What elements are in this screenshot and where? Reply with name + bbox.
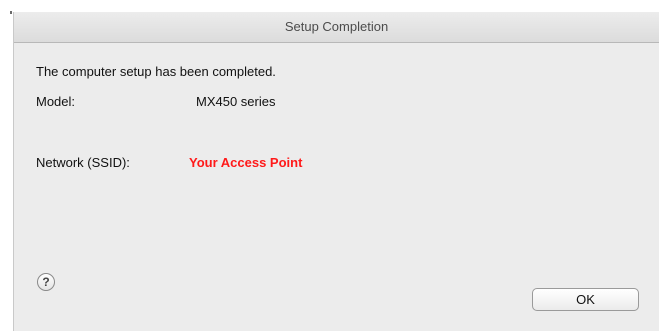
- completion-message: The computer setup has been completed.: [36, 64, 276, 79]
- ok-button[interactable]: OK: [532, 288, 639, 311]
- help-button[interactable]: ?: [37, 273, 55, 291]
- model-value: MX450 series: [196, 94, 276, 109]
- network-value: Your Access Point: [189, 155, 303, 170]
- window-title: Setup Completion: [14, 12, 659, 43]
- network-label: Network (SSID):: [36, 155, 130, 170]
- setup-completion-dialog: Setup Completion The computer setup has …: [13, 12, 659, 331]
- screen: Setup Completion The computer setup has …: [0, 0, 659, 331]
- question-mark-icon: ?: [42, 275, 50, 289]
- corner-mark: [10, 11, 12, 14]
- model-label: Model:: [36, 94, 76, 109]
